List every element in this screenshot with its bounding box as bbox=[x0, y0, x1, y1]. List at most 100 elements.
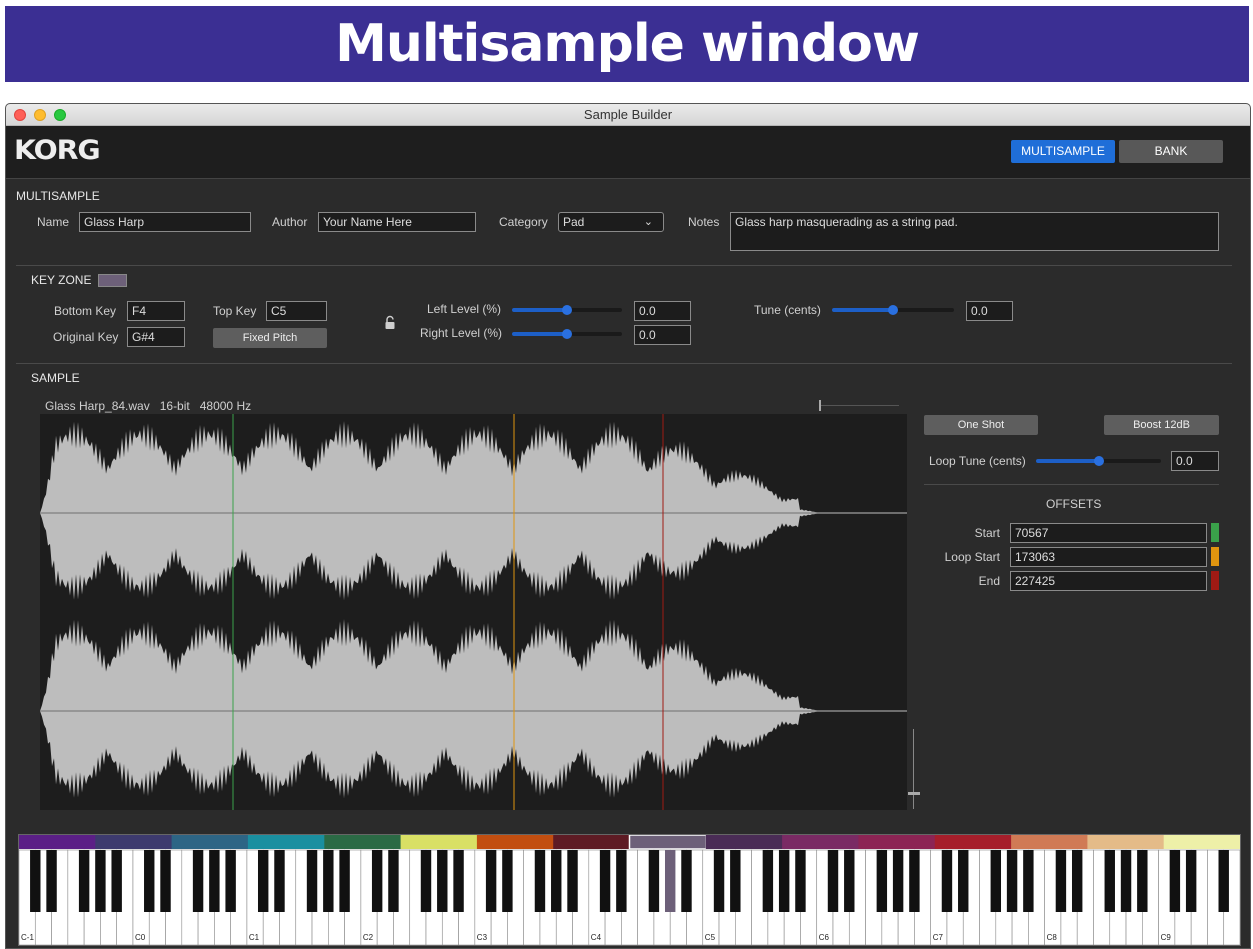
black-key[interactable] bbox=[306, 850, 318, 912]
waveform-display[interactable] bbox=[40, 414, 907, 810]
black-key[interactable] bbox=[1185, 850, 1197, 912]
black-key[interactable] bbox=[30, 850, 41, 912]
key-zone-bar[interactable] bbox=[782, 835, 859, 849]
black-key[interactable] bbox=[1055, 850, 1067, 912]
piano-keyboard[interactable]: C-1 C0 C1 C2 C3 C4 C5 C6 C7 C8 C9 bbox=[18, 834, 1241, 946]
right-level-field[interactable]: 0.0 bbox=[634, 325, 691, 345]
key-zone-bar[interactable] bbox=[95, 835, 173, 849]
boost-12db-button[interactable]: Boost 12dB bbox=[1104, 415, 1219, 435]
black-key[interactable] bbox=[1006, 850, 1018, 912]
black-key[interactable] bbox=[323, 850, 334, 912]
top-key-field[interactable]: C5 bbox=[266, 301, 327, 321]
key-zone-bar[interactable] bbox=[400, 835, 478, 849]
notes-field[interactable]: Glass harp masquerading as a string pad. bbox=[730, 212, 1219, 251]
black-key[interactable] bbox=[778, 850, 790, 912]
category-select[interactable]: Pad ⌄ bbox=[558, 212, 664, 232]
black-key[interactable] bbox=[209, 850, 220, 912]
black-key[interactable] bbox=[876, 850, 888, 912]
offset-end-field[interactable]: 227425 bbox=[1010, 571, 1207, 591]
black-key[interactable] bbox=[648, 850, 660, 912]
black-key[interactable] bbox=[339, 850, 350, 912]
black-key[interactable] bbox=[192, 850, 204, 912]
key-zone-bar[interactable] bbox=[858, 835, 936, 849]
tune-slider[interactable] bbox=[832, 305, 954, 315]
key-zone-bar[interactable] bbox=[705, 835, 783, 849]
black-key[interactable] bbox=[371, 850, 383, 912]
black-key[interactable] bbox=[160, 850, 171, 912]
black-key[interactable] bbox=[990, 850, 1002, 912]
tab-bank[interactable]: BANK bbox=[1119, 140, 1223, 163]
black-key[interactable] bbox=[795, 850, 806, 912]
minimize-window-button[interactable] bbox=[34, 109, 46, 121]
key-zone-bar[interactable] bbox=[247, 835, 325, 849]
name-field[interactable]: Glass Harp bbox=[79, 212, 251, 232]
key-zone-bar[interactable] bbox=[171, 835, 249, 849]
black-key[interactable] bbox=[78, 850, 90, 912]
key-zone-bar[interactable] bbox=[934, 835, 1012, 849]
right-level-slider[interactable] bbox=[512, 329, 622, 339]
black-key[interactable] bbox=[225, 850, 236, 912]
black-key[interactable] bbox=[713, 850, 725, 912]
black-key[interactable] bbox=[844, 850, 855, 912]
black-key[interactable] bbox=[111, 850, 122, 912]
black-key[interactable] bbox=[909, 850, 920, 912]
black-key[interactable] bbox=[551, 850, 562, 912]
key-zone-bar[interactable] bbox=[476, 835, 554, 849]
black-key[interactable] bbox=[453, 850, 464, 912]
bottom-key-field[interactable]: F4 bbox=[127, 301, 185, 321]
black-key[interactable] bbox=[616, 850, 627, 912]
black-key[interactable] bbox=[1218, 850, 1229, 912]
black-key[interactable] bbox=[534, 850, 546, 912]
tune-field[interactable]: 0.0 bbox=[966, 301, 1013, 321]
offset-loop-start-field[interactable]: 173063 bbox=[1010, 547, 1207, 567]
left-level-field[interactable]: 0.0 bbox=[634, 301, 691, 321]
vertical-zoom-track[interactable] bbox=[913, 729, 914, 809]
black-key[interactable] bbox=[144, 850, 155, 912]
black-key[interactable] bbox=[827, 850, 839, 912]
black-key[interactable] bbox=[567, 850, 578, 912]
black-key[interactable] bbox=[892, 850, 904, 912]
key-zone-bar[interactable] bbox=[553, 835, 630, 849]
close-window-button[interactable] bbox=[14, 109, 26, 121]
loop-tune-slider[interactable] bbox=[1036, 456, 1161, 466]
slider-knob[interactable] bbox=[562, 329, 572, 339]
key-zone-bar[interactable] bbox=[1163, 835, 1241, 849]
black-key[interactable] bbox=[46, 850, 57, 912]
key-zone-bar[interactable] bbox=[1011, 835, 1088, 849]
black-key[interactable] bbox=[502, 850, 513, 912]
black-key[interactable] bbox=[1104, 850, 1115, 912]
left-level-slider[interactable] bbox=[512, 305, 622, 315]
black-key[interactable] bbox=[95, 850, 106, 912]
black-key[interactable] bbox=[762, 850, 774, 912]
vertical-zoom-handle[interactable] bbox=[908, 792, 920, 795]
black-key[interactable] bbox=[388, 850, 399, 912]
black-key[interactable] bbox=[1023, 850, 1034, 912]
black-key[interactable] bbox=[941, 850, 953, 912]
zoom-track[interactable] bbox=[821, 405, 899, 406]
fixed-pitch-button[interactable]: Fixed Pitch bbox=[213, 328, 327, 348]
author-field[interactable]: Your Name Here bbox=[318, 212, 476, 232]
offset-start-field[interactable]: 70567 bbox=[1010, 523, 1207, 543]
one-shot-button[interactable]: One Shot bbox=[924, 415, 1038, 435]
black-key[interactable] bbox=[257, 850, 269, 912]
zoom-window-button[interactable] bbox=[54, 109, 66, 121]
black-key[interactable] bbox=[1169, 850, 1181, 912]
black-key[interactable] bbox=[420, 850, 432, 912]
key-zone-bar[interactable] bbox=[324, 835, 402, 849]
tab-multisample[interactable]: MULTISAMPLE bbox=[1011, 140, 1115, 163]
key-zone-bar[interactable] bbox=[1087, 835, 1165, 849]
slider-knob[interactable] bbox=[562, 305, 572, 315]
black-key[interactable] bbox=[1137, 850, 1148, 912]
black-key[interactable] bbox=[599, 850, 611, 912]
lock-icon[interactable] bbox=[384, 315, 396, 330]
black-key[interactable] bbox=[274, 850, 285, 912]
slider-knob[interactable] bbox=[1093, 456, 1104, 466]
black-key[interactable] bbox=[485, 850, 497, 912]
key-zone-color-swatch[interactable] bbox=[98, 274, 127, 287]
loop-tune-field[interactable]: 0.0 bbox=[1171, 451, 1219, 471]
key-zone-bar[interactable] bbox=[628, 834, 708, 850]
black-key[interactable] bbox=[1071, 850, 1083, 912]
key-zone-bar[interactable] bbox=[19, 835, 96, 849]
black-key[interactable] bbox=[664, 850, 676, 912]
slider-knob[interactable] bbox=[888, 305, 898, 315]
